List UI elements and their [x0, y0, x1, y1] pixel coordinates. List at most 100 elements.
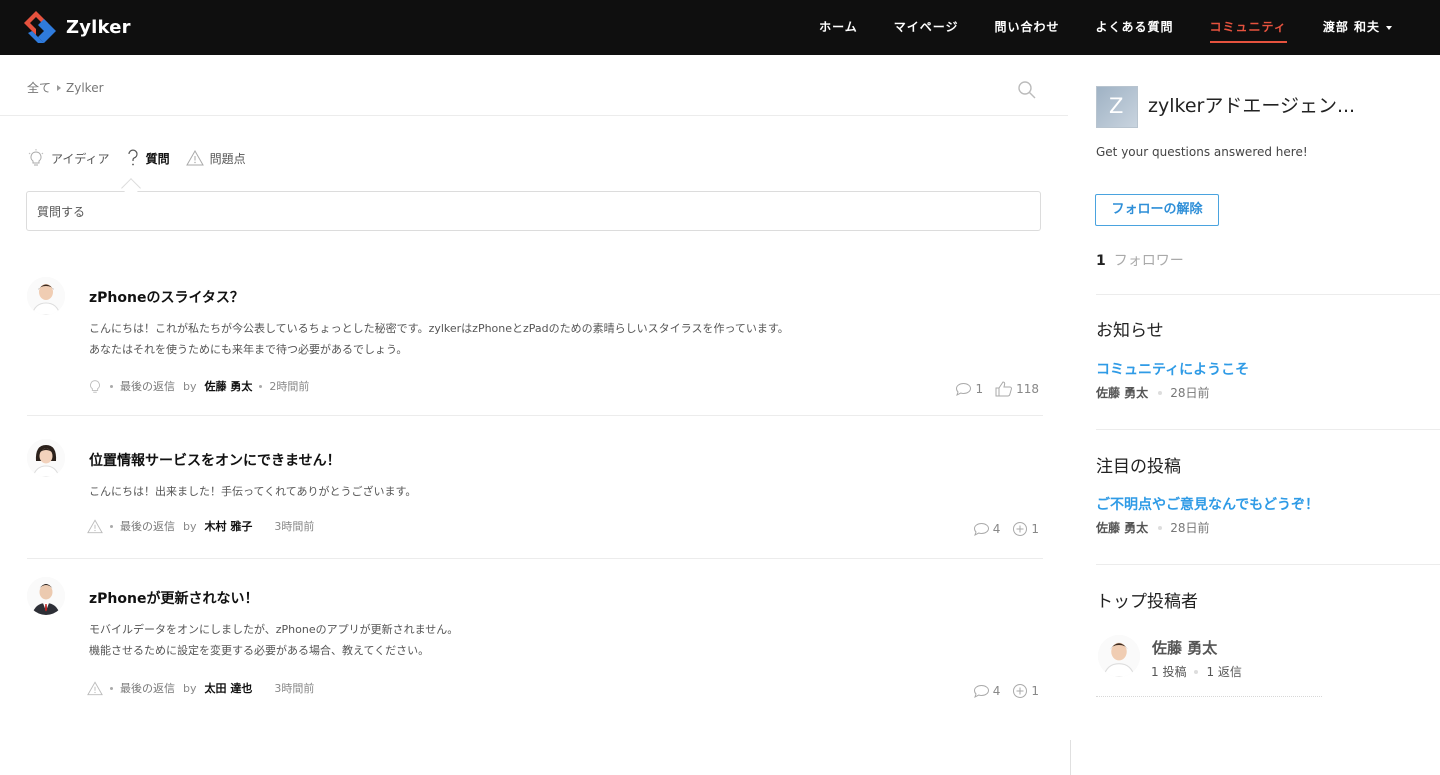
post-title[interactable]: zPhoneが更新されない！ [89, 588, 258, 608]
main-nav: ホーム マイページ 問い合わせ よくある質問 コミュニティ 渡部 和夫 [783, 0, 1392, 55]
follower-count[interactable]: 1 フォロワー [1096, 250, 1184, 270]
post-stats: 4 1 [961, 683, 1039, 699]
comment-count-value: 4 [992, 684, 1001, 698]
top-poster-name[interactable]: 佐藤 勇太 [1152, 637, 1217, 658]
post-meta: 最後の返信 by 木村 雅子 3時間前 [87, 518, 314, 534]
featured-meta: 佐藤 勇太 28日前 [1096, 519, 1209, 536]
tab-questions[interactable]: 質問 [126, 149, 170, 167]
tab-ideas[interactable]: アイディア [27, 149, 110, 167]
last-reply-label: 最後の返信 [120, 380, 175, 393]
comment-count[interactable]: 4 [973, 684, 1001, 699]
announcement-link[interactable]: コミュニティにようこそ [1096, 359, 1249, 379]
comment-icon [956, 382, 972, 396]
ask-question-input[interactable]: 質問する [26, 191, 1041, 231]
post-item: zPhoneのスライタス？ こんにちは！これが私たちが今公表しているちょっとした… [27, 277, 1043, 416]
group-logo[interactable]: Z [1096, 86, 1138, 128]
comment-count[interactable]: 1 [955, 382, 983, 397]
announcement-author[interactable]: 佐藤 勇太 [1096, 384, 1148, 401]
warning-icon [87, 680, 103, 695]
post-excerpt: こんにちは！これが私たちが今公表しているちょっとした秘密です。zylkerはzP… [89, 318, 789, 360]
nav-item-community[interactable]: コミュニティ [1209, 0, 1288, 55]
by-label: by [183, 681, 197, 695]
comment-count-value: 4 [992, 522, 1001, 536]
group-logo-letter: Z [1109, 94, 1124, 118]
comment-count-value: 1 [975, 382, 984, 396]
post-title[interactable]: zPhoneのスライタス？ [89, 287, 244, 307]
chevron-down-icon [1386, 25, 1392, 30]
follower-count-value: 1 [1096, 253, 1106, 269]
brand[interactable]: Zylker [22, 9, 131, 45]
announcement-time: 28日前 [1170, 386, 1210, 400]
by-label: by [183, 379, 197, 393]
avatar-image [27, 439, 65, 477]
post-title[interactable]: 位置情報サービスをオンにできません！ [89, 450, 341, 470]
post-meta: 最後の返信 by 太田 達也 3時間前 [87, 680, 314, 696]
top-poster-avatar[interactable] [1098, 635, 1140, 677]
warning-icon [87, 518, 103, 533]
comment-count[interactable]: 4 [973, 522, 1001, 537]
separator-dot [110, 686, 113, 690]
lightbulb-icon [90, 380, 100, 393]
vote-count-value: 1 [1031, 522, 1039, 536]
post-time: 2時間前 [269, 380, 310, 393]
post-excerpt: こんにちは！出来ました！手伝ってくれてありがとうございます。 [89, 481, 416, 502]
post-excerpt: モバイルデータをオンにしましたが、zPhoneのアプリが更新されません。 機能さ… [89, 619, 458, 661]
breadcrumb-current[interactable]: Zylker [66, 81, 104, 95]
nav-item-home[interactable]: ホーム [819, 0, 858, 55]
separator-dot [1194, 669, 1199, 674]
unfollow-button[interactable]: フォローの解除 [1095, 194, 1219, 226]
like-count[interactable]: 118 [995, 381, 1039, 397]
search-icon[interactable] [1017, 80, 1037, 100]
comment-icon [973, 522, 989, 536]
post-type-tabs: アイディア 質問 問題点 [27, 149, 262, 167]
section-divider [1096, 429, 1440, 430]
group-name[interactable]: zylkerアドエージェン... [1148, 91, 1355, 118]
vote-count[interactable]: 1 [1012, 683, 1039, 699]
brand-name: Zylker [66, 16, 131, 38]
post-stats: 4 1 [961, 521, 1039, 537]
nav-item-mypage[interactable]: マイページ [894, 0, 959, 55]
warning-icon [185, 150, 204, 166]
tab-problems-label: 問題点 [209, 151, 246, 166]
main-content: 全て Zylker アイディア 質問 問題点 質問する zPhoneのスライタス… [0, 55, 1068, 775]
post-item: 位置情報サービスをオンにできません！ こんにちは！出来ました！手伝ってくれてあり… [27, 439, 1043, 559]
breadcrumb-separator-icon [57, 84, 62, 91]
nav-item-contact[interactable]: 問い合わせ [995, 0, 1060, 55]
breadcrumb-root[interactable]: 全て [27, 79, 51, 96]
featured-title: 注目の投稿 [1096, 457, 1181, 477]
post-stats: 1 118 [943, 381, 1039, 397]
post-author[interactable]: 佐藤 勇太 [205, 378, 253, 394]
post-author[interactable]: 木村 雅子 [205, 518, 253, 534]
featured-post-link[interactable]: ご不明点やご意見なんでもどうぞ！ [1096, 494, 1319, 514]
featured-author[interactable]: 佐藤 勇太 [1096, 519, 1148, 536]
breadcrumb-bar: 全て Zylker [0, 55, 1068, 116]
post-excerpt-line: こんにちは！出来ました！手伝ってくれてありがとうございます。 [89, 485, 417, 498]
avatar-image [27, 277, 65, 315]
separator-dot [110, 384, 113, 388]
by-label: by [183, 519, 197, 533]
vote-count-value: 1 [1031, 684, 1039, 698]
author-avatar[interactable] [27, 439, 65, 477]
community-sidebar: Z zylkerアドエージェン... Get your questions an… [1070, 55, 1440, 775]
group-description: Get your questions answered here! [1096, 145, 1308, 159]
post-excerpt-line: 機能させるために設定を変更する必要がある場合、教えてください。 [89, 644, 430, 657]
separator-dot [110, 524, 113, 528]
post-excerpt-line: モバイルデータをオンにしましたが、zPhoneのアプリが更新されません。 [89, 623, 459, 636]
top-poster-stats: 1 投稿 1 返信 [1151, 663, 1242, 680]
last-reply-label: 最後の返信 [120, 682, 175, 695]
dotted-divider [1096, 696, 1322, 697]
vote-count[interactable]: 1 [1012, 521, 1039, 537]
nav-item-faq[interactable]: よくある質問 [1096, 0, 1174, 55]
thumbs-up-icon [995, 381, 1013, 397]
top-posters-title: トップ投稿者 [1096, 592, 1198, 612]
avatar-image [1098, 635, 1140, 677]
author-avatar[interactable] [27, 577, 65, 615]
post-meta: 最後の返信 by 佐藤 勇太 2時間前 [87, 378, 309, 394]
plus-circle-icon [1013, 522, 1028, 536]
top-poster-replies: 1 返信 [1206, 665, 1242, 679]
user-menu[interactable]: 渡部 和夫 [1323, 0, 1392, 55]
post-author[interactable]: 太田 達也 [205, 680, 253, 696]
avatar-image [27, 577, 65, 615]
author-avatar[interactable] [27, 277, 65, 315]
tab-problems[interactable]: 問題点 [185, 150, 246, 167]
